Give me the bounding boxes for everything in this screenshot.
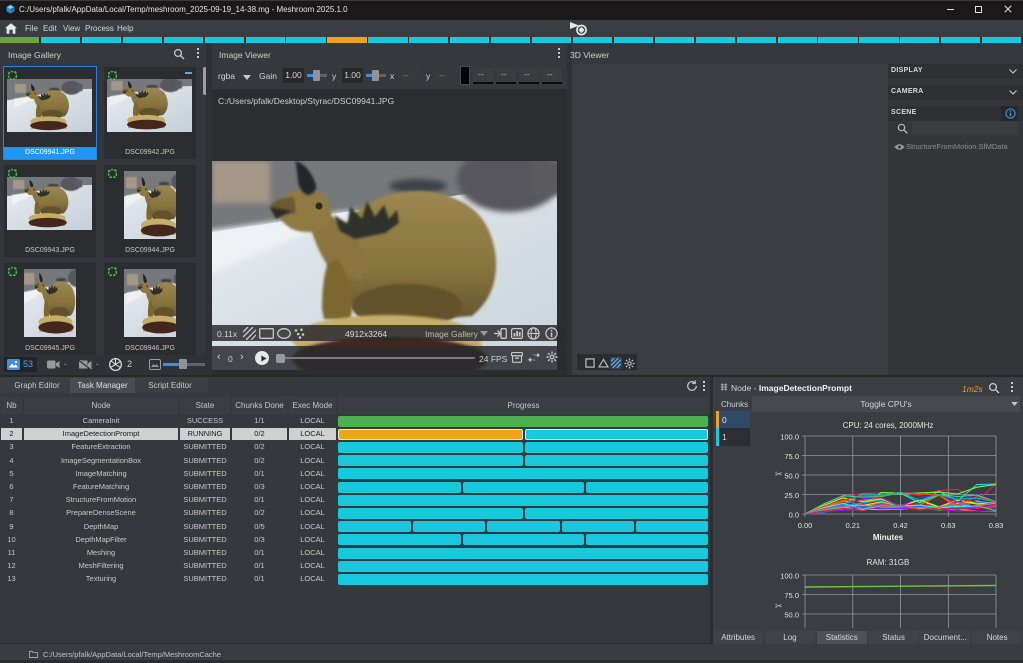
svg-text:✂: ✂ [775, 469, 783, 479]
svg-text:25.0: 25.0 [784, 491, 799, 500]
svg-text:75.0: 75.0 [784, 452, 799, 461]
svg-text:0.42: 0.42 [893, 521, 908, 530]
svg-text:CPU: 24 cores, 2000MHz: CPU: 24 cores, 2000MHz [843, 421, 934, 430]
svg-text:0.21: 0.21 [845, 521, 860, 530]
svg-text:100.0: 100.0 [780, 433, 799, 442]
svg-text:0.00: 0.00 [798, 521, 813, 530]
svg-text:0.63: 0.63 [941, 521, 956, 530]
svg-text:RAM: 31GB: RAM: 31GB [867, 558, 910, 567]
svg-text:50.0: 50.0 [784, 472, 799, 481]
svg-text:100.0: 100.0 [780, 572, 799, 581]
svg-text:0.83: 0.83 [989, 521, 1004, 530]
svg-text:Minutes: Minutes [873, 533, 904, 542]
svg-text:75.0: 75.0 [784, 591, 799, 600]
svg-text:0.0: 0.0 [789, 511, 799, 520]
svg-text:50.0: 50.0 [784, 611, 799, 620]
svg-text:✂: ✂ [775, 601, 783, 611]
